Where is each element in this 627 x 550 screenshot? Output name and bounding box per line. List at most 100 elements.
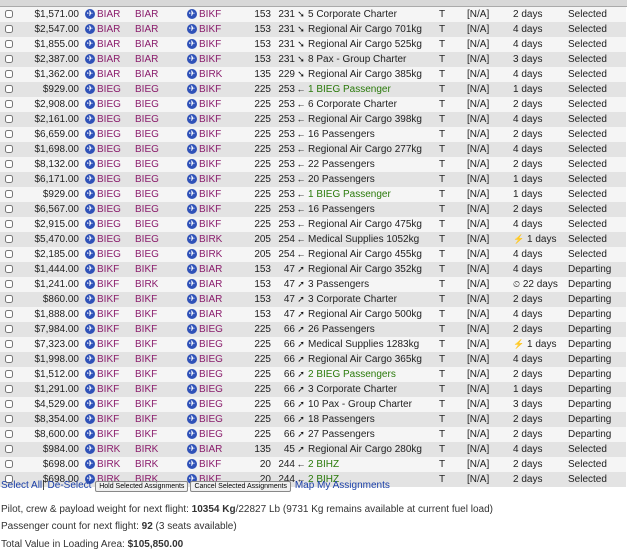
airport-pin-icon[interactable]: ✈ xyxy=(85,218,95,229)
location-link[interactable]: BIAR xyxy=(97,39,120,50)
location-link[interactable]: BIEG xyxy=(97,129,121,140)
location-link[interactable]: BIKF xyxy=(97,429,119,440)
row-checkbox[interactable] xyxy=(4,174,13,183)
dest-link[interactable]: BIKF xyxy=(199,204,221,215)
row-checkbox[interactable] xyxy=(4,159,13,168)
airport-pin-icon[interactable]: ✈ xyxy=(85,308,95,319)
airport-pin-icon[interactable]: ✈ xyxy=(85,353,95,364)
from-link[interactable]: BIEG xyxy=(135,249,159,260)
from-link[interactable]: BIKF xyxy=(135,309,157,320)
location-link[interactable]: BIEG xyxy=(97,144,121,155)
from-link[interactable]: BIRK xyxy=(135,444,158,455)
airport-pin-icon[interactable]: ✈ xyxy=(187,218,197,229)
from-link[interactable]: BIEG xyxy=(135,99,159,110)
airport-pin-icon[interactable]: ✈ xyxy=(85,338,95,349)
from-link[interactable]: BIAR xyxy=(135,69,158,80)
location-link[interactable]: BIEG xyxy=(97,249,121,260)
from-link[interactable]: BIEG xyxy=(135,234,159,245)
from-link[interactable]: BIKF xyxy=(135,324,157,335)
airport-pin-icon[interactable]: ✈ xyxy=(187,128,197,139)
location-link[interactable]: BIEG xyxy=(97,234,121,245)
dest-link[interactable]: BIRK xyxy=(199,234,222,245)
airport-pin-icon[interactable]: ✈ xyxy=(187,353,197,364)
dest-link[interactable]: BIEG xyxy=(199,384,223,395)
row-checkbox[interactable] xyxy=(4,309,13,318)
airport-pin-icon[interactable]: ✈ xyxy=(187,458,197,469)
airport-pin-icon[interactable]: ✈ xyxy=(85,323,95,334)
dest-link[interactable]: BIEG xyxy=(199,339,223,350)
map-assignments-link[interactable]: Map My Assignments xyxy=(295,480,390,491)
dest-link[interactable]: BIEG xyxy=(199,429,223,440)
from-link[interactable]: BIRK xyxy=(135,279,158,290)
airport-pin-icon[interactable]: ✈ xyxy=(85,113,95,124)
airport-pin-icon[interactable]: ✈ xyxy=(85,23,95,34)
dest-link[interactable]: BIEG xyxy=(199,354,223,365)
location-link[interactable]: BIRK xyxy=(97,444,120,455)
dest-link[interactable]: BIAR xyxy=(199,294,222,305)
from-link[interactable]: BIAR xyxy=(135,24,158,35)
dest-link[interactable]: BIAR xyxy=(199,279,222,290)
airport-pin-icon[interactable]: ✈ xyxy=(85,233,95,244)
dest-link[interactable]: BIKF xyxy=(199,24,221,35)
location-link[interactable]: BIAR xyxy=(97,54,120,65)
airport-pin-icon[interactable]: ✈ xyxy=(187,398,197,409)
from-link[interactable]: BIRK xyxy=(135,459,158,470)
from-link[interactable]: BIEG xyxy=(135,204,159,215)
dest-link[interactable]: BIKF xyxy=(199,114,221,125)
row-checkbox[interactable] xyxy=(4,414,13,423)
from-link[interactable]: BIAR xyxy=(135,9,158,20)
row-checkbox[interactable] xyxy=(4,264,13,273)
airport-pin-icon[interactable]: ✈ xyxy=(187,278,197,289)
from-link[interactable]: BIEG xyxy=(135,219,159,230)
from-link[interactable]: BIAR xyxy=(135,39,158,50)
airport-pin-icon[interactable]: ✈ xyxy=(187,173,197,184)
from-link[interactable]: BIAR xyxy=(135,54,158,65)
airport-pin-icon[interactable]: ✈ xyxy=(85,38,95,49)
location-link[interactable]: BIKF xyxy=(97,399,119,410)
airport-pin-icon[interactable]: ✈ xyxy=(85,188,95,199)
airport-pin-icon[interactable]: ✈ xyxy=(85,368,95,379)
airport-pin-icon[interactable]: ✈ xyxy=(187,443,197,454)
row-checkbox[interactable] xyxy=(4,114,13,123)
airport-pin-icon[interactable]: ✈ xyxy=(187,113,197,124)
row-checkbox[interactable] xyxy=(4,234,13,243)
airport-pin-icon[interactable]: ✈ xyxy=(187,83,197,94)
airport-pin-icon[interactable]: ✈ xyxy=(85,143,95,154)
from-link[interactable]: BIEG xyxy=(135,114,159,125)
dest-link[interactable]: BIKF xyxy=(199,84,221,95)
row-checkbox[interactable] xyxy=(4,399,13,408)
row-checkbox[interactable] xyxy=(4,54,13,63)
hold-selected-button[interactable]: Hold Selected Assignments xyxy=(95,481,189,492)
location-link[interactable]: BIEG xyxy=(97,219,121,230)
dest-link[interactable]: BIKF xyxy=(199,219,221,230)
location-link[interactable]: BIEG xyxy=(97,114,121,125)
location-link[interactable]: BIKF xyxy=(97,294,119,305)
location-link[interactable]: BIKF xyxy=(97,369,119,380)
from-link[interactable]: BIKF xyxy=(135,354,157,365)
airport-pin-icon[interactable]: ✈ xyxy=(187,413,197,424)
airport-pin-icon[interactable]: ✈ xyxy=(85,203,95,214)
airport-pin-icon[interactable]: ✈ xyxy=(187,8,197,19)
row-checkbox[interactable] xyxy=(4,9,13,18)
cancel-selected-button[interactable]: Cancel Selected Assignments xyxy=(190,481,292,492)
airport-pin-icon[interactable]: ✈ xyxy=(187,233,197,244)
airport-pin-icon[interactable]: ✈ xyxy=(85,53,95,64)
from-link[interactable]: BIEG xyxy=(135,189,159,200)
airport-pin-icon[interactable]: ✈ xyxy=(85,8,95,19)
row-checkbox[interactable] xyxy=(4,144,13,153)
airport-pin-icon[interactable]: ✈ xyxy=(187,68,197,79)
row-checkbox[interactable] xyxy=(4,129,13,138)
airport-pin-icon[interactable]: ✈ xyxy=(187,323,197,334)
row-checkbox[interactable] xyxy=(4,24,13,33)
location-link[interactable]: BIAR xyxy=(97,9,120,20)
location-link[interactable]: BIEG xyxy=(97,174,121,185)
location-link[interactable]: BIKF xyxy=(97,309,119,320)
airport-pin-icon[interactable]: ✈ xyxy=(187,188,197,199)
airport-pin-icon[interactable]: ✈ xyxy=(187,248,197,259)
airport-pin-icon[interactable]: ✈ xyxy=(85,443,95,454)
dest-link[interactable]: BIRK xyxy=(199,69,222,80)
dest-link[interactable]: BIKF xyxy=(199,174,221,185)
row-checkbox[interactable] xyxy=(4,429,13,438)
location-link[interactable]: BIKF xyxy=(97,354,119,365)
row-checkbox[interactable] xyxy=(4,204,13,213)
